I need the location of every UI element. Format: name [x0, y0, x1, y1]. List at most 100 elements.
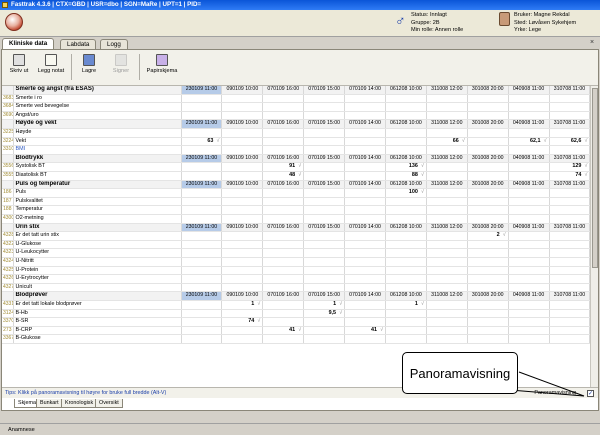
group-title[interactable]: Høyde og vekt	[13, 119, 182, 130]
value-cell[interactable]	[549, 128, 590, 138]
value-cell[interactable]	[508, 240, 550, 250]
date-column-header[interactable]: 310708 11:00	[549, 223, 590, 233]
value-cell[interactable]	[426, 111, 468, 121]
value-cell[interactable]	[221, 326, 264, 336]
date-column-header[interactable]: 090109 10:00	[221, 291, 264, 301]
value-cell[interactable]	[303, 171, 346, 181]
value-cell[interactable]	[221, 171, 264, 181]
date-column-header[interactable]: 070109 16:00	[262, 291, 305, 301]
value-cell[interactable]	[467, 334, 509, 344]
date-column-header[interactable]: 040908 11:00	[508, 223, 550, 233]
vertical-scrollbar[interactable]	[590, 86, 598, 387]
value-cell[interactable]	[385, 266, 427, 276]
value-cell[interactable]: 100 √	[385, 188, 427, 198]
value-cell[interactable]	[508, 102, 550, 112]
value-cell[interactable]: 62,6 √	[549, 137, 590, 147]
value-cell[interactable]	[181, 214, 223, 224]
value-cell[interactable]	[181, 257, 223, 267]
value-cell[interactable]	[385, 102, 427, 112]
value-cell[interactable]	[549, 257, 590, 267]
date-column-header[interactable]: 090109 10:00	[221, 223, 264, 233]
panorama-checkbox[interactable]: ✓	[587, 390, 594, 397]
table-row[interactable]: 4331Er det tatt lokale blodprøver1√1√1√	[2, 300, 590, 310]
value-cell[interactable]	[385, 145, 427, 155]
value-cell[interactable]	[181, 266, 223, 276]
date-column-header[interactable]: 230109 11:00	[181, 154, 223, 164]
table-row[interactable]: 4324U-Nitritt	[2, 257, 590, 267]
date-column-header[interactable]: 070109 14:00	[344, 86, 386, 95]
value-cell[interactable]	[181, 128, 223, 138]
value-cell[interactable]	[467, 266, 509, 276]
value-cell[interactable]	[181, 240, 223, 250]
value-cell[interactable]	[344, 111, 386, 121]
date-column-header[interactable]: 061208 10:00	[385, 180, 427, 190]
value-cell[interactable]	[549, 309, 590, 319]
value-cell[interactable]	[262, 334, 305, 344]
date-column-header[interactable]: 040908 11:00	[508, 291, 550, 301]
value-cell[interactable]	[385, 257, 427, 267]
value-cell[interactable]	[344, 300, 386, 310]
value-cell[interactable]	[385, 334, 427, 344]
value-cell[interactable]	[467, 137, 509, 147]
date-column-header[interactable]: 310708 11:00	[549, 86, 590, 95]
table-row[interactable]: 3555Diastolisk BT48√88√74√	[2, 171, 590, 181]
value-cell[interactable]	[221, 94, 264, 104]
value-cell[interactable]	[262, 300, 305, 310]
table-row[interactable]: 3683Smerte i ro	[2, 94, 590, 104]
paper-form-button[interactable]: Papirskjema	[144, 52, 180, 83]
value-cell[interactable]	[221, 102, 264, 112]
value-cell[interactable]	[426, 145, 468, 155]
value-cell[interactable]	[385, 309, 427, 319]
value-cell[interactable]	[426, 266, 468, 276]
value-cell[interactable]	[221, 266, 264, 276]
value-cell[interactable]	[467, 188, 509, 198]
value-cell[interactable]	[549, 300, 590, 310]
value-cell[interactable]	[344, 309, 386, 319]
subtab-oversikt[interactable]: Oversikt	[95, 399, 123, 408]
value-cell[interactable]	[344, 317, 386, 327]
value-cell[interactable]	[467, 240, 509, 250]
value-cell[interactable]	[467, 145, 509, 155]
value-cell[interactable]	[344, 188, 386, 198]
date-column-header[interactable]: 070109 15:00	[303, 180, 346, 190]
value-cell[interactable]	[508, 300, 550, 310]
value-cell[interactable]	[181, 171, 223, 181]
date-column-header[interactable]: 061208 10:00	[385, 291, 427, 301]
value-cell[interactable]	[467, 248, 509, 258]
value-cell[interactable]	[344, 94, 386, 104]
value-cell[interactable]	[303, 266, 346, 276]
value-cell[interactable]	[426, 257, 468, 267]
value-cell[interactable]	[549, 94, 590, 104]
value-cell[interactable]	[549, 145, 590, 155]
value-cell[interactable]	[221, 205, 264, 215]
date-column-header[interactable]: 301008 20:00	[467, 154, 509, 164]
date-column-header[interactable]: 230109 11:00	[181, 223, 223, 233]
date-column-header[interactable]: 070109 14:00	[344, 154, 386, 164]
value-cell[interactable]	[181, 188, 223, 198]
print-button[interactable]: Skriv ut	[6, 52, 32, 83]
value-cell[interactable]	[385, 214, 427, 224]
value-cell[interactable]	[508, 188, 550, 198]
value-cell[interactable]	[385, 240, 427, 250]
value-cell[interactable]	[508, 274, 550, 284]
date-column-header[interactable]: 230109 11:00	[181, 291, 223, 301]
date-column-header[interactable]: 311008 12:00	[426, 119, 468, 130]
date-column-header[interactable]: 090109 10:00	[221, 180, 264, 190]
value-cell[interactable]	[467, 274, 509, 284]
value-cell[interactable]	[467, 317, 509, 327]
value-cell[interactable]	[385, 317, 427, 327]
value-cell[interactable]	[467, 283, 509, 293]
value-cell[interactable]: 129 √	[549, 162, 590, 173]
value-cell[interactable]	[344, 197, 386, 207]
table-row[interactable]: 3684Smerte ved bevegelse	[2, 102, 590, 112]
value-cell[interactable]	[303, 317, 346, 327]
value-cell[interactable]	[549, 231, 590, 241]
value-cell[interactable]: 91 √	[262, 162, 305, 173]
value-cell[interactable]	[549, 111, 590, 121]
value-cell[interactable]: 62,1 √	[508, 137, 550, 147]
value-cell[interactable]	[508, 214, 550, 224]
value-cell[interactable]	[549, 283, 590, 293]
value-cell[interactable]	[549, 317, 590, 327]
date-column-header[interactable]: 301008 20:00	[467, 86, 509, 95]
date-column-header[interactable]: 090109 10:00	[221, 86, 264, 95]
